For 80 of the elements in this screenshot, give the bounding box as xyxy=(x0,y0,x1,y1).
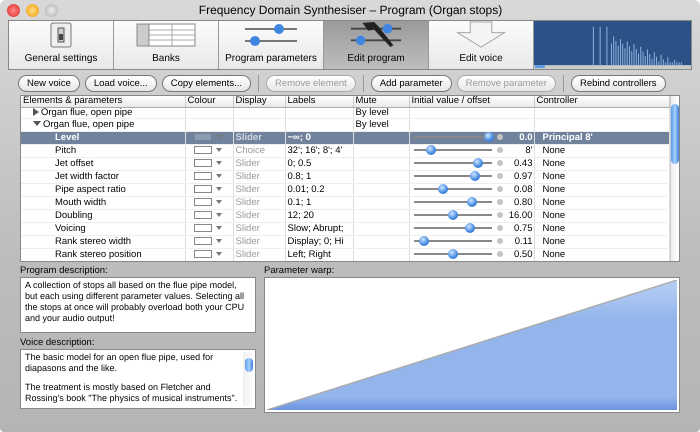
column-header[interactable]: Elements & parameters xyxy=(21,96,185,107)
labels-text: 0.8; 1 xyxy=(288,170,312,182)
tab[interactable]: Edit voice xyxy=(429,21,534,69)
controller-dropdown[interactable]: None xyxy=(542,210,566,220)
push-button[interactable]: Copy elements... xyxy=(162,75,251,92)
controller-dropdown[interactable]: None xyxy=(542,144,566,156)
push-button[interactable]: Add parameter xyxy=(370,75,452,92)
mute-dropdown[interactable]: By level xyxy=(356,118,389,130)
table-row[interactable]: Doubling Slider 12; 20 16.00 None xyxy=(21,209,669,222)
parameter-name: Rank stereo width xyxy=(55,236,132,246)
labels-text: Left; Right xyxy=(288,248,331,260)
parameter-name: Level xyxy=(55,132,80,142)
value-text: 0.11 xyxy=(514,236,532,247)
labels-text: 0.1; 1 xyxy=(288,196,312,208)
table-row[interactable]: Rank stereo position Slider Left; Right 0.50 None xyxy=(21,248,669,261)
column-header[interactable]: Controller xyxy=(534,96,669,107)
parameter-name: Jet width factor xyxy=(55,170,119,182)
parameter-name: Doubling xyxy=(55,210,92,220)
table-row[interactable]: Mouth width Slider 0.1; 1 0.80 None xyxy=(21,196,669,209)
controller-dropdown[interactable]: None xyxy=(542,170,566,182)
labels-text: 0.01; 0.2 xyxy=(288,184,324,194)
labels-text: 0; 0.5 xyxy=(288,158,312,168)
labels-text: Slow; Abrupt; xyxy=(288,222,344,234)
value-text: 8' xyxy=(524,144,532,156)
parameter-name: Mouth width xyxy=(55,196,106,208)
labels-text: −∞; 0 xyxy=(288,132,311,142)
controller-dropdown[interactable]: None xyxy=(542,222,566,234)
push-button[interactable]: Rebind controllers xyxy=(570,75,666,92)
table-row[interactable]: Organ flue, open pipe By level xyxy=(21,118,669,131)
column-header[interactable]: Mute xyxy=(353,96,409,107)
parameter-name: Voicing xyxy=(55,222,86,234)
table-row[interactable]: Level Slider −∞; 0 0.0 Principal 8' xyxy=(21,131,669,144)
value-text: 0.43 xyxy=(513,158,532,169)
table-row[interactable]: Jet offset Slider 0; 0.5 0.43 None xyxy=(21,157,669,170)
table-row[interactable]: Rank stereo width Slider Display; 0; Hi 0.11 None xyxy=(21,235,669,248)
mute-dropdown[interactable]: By level xyxy=(356,107,389,117)
controller-dropdown[interactable]: None xyxy=(542,184,566,194)
table-row[interactable]: Pipe aspect ratio Slider 0.01; 0.2 0.08 None xyxy=(21,183,669,196)
tab[interactable]: Edit program xyxy=(324,21,429,69)
value-text: 0.50 xyxy=(513,248,532,260)
program-description-label: Program description: xyxy=(20,265,109,277)
paragraph: The treatment is mostly based on Fletcher and Rossing's book "The physics of musical instruments". xyxy=(25,382,238,404)
parameter-name: Rank stereo position xyxy=(55,248,142,260)
value-text: 16.00 xyxy=(508,210,532,221)
paragraph: The basic model for an open flue pipe, used for diapasons and the like. xyxy=(25,352,214,374)
tab[interactable]: Banks xyxy=(114,21,219,69)
voice-description-field[interactable]: The basic model for an open flue pipe, used for diapasons and the like. The treatment is mostly based on Fletcher and Rossing's book "The physics of musical instruments". xyxy=(20,349,256,409)
push-button[interactable]: New voice xyxy=(18,75,80,92)
value-text: 0.75 xyxy=(513,222,532,234)
controller-dropdown[interactable]: None xyxy=(542,236,566,246)
column-header[interactable]: Labels xyxy=(285,96,353,107)
voice-description-label: Voice description: xyxy=(20,337,96,349)
table-row[interactable]: Organ flue, open pipe By level xyxy=(21,107,669,118)
controller-dropdown[interactable]: None xyxy=(542,248,566,260)
program-description-field[interactable]: A collection of stops all based on the flue pipe model, but each using different parameter values. Selecting all the stops at once will probably overload both your CPU and your audio output! xyxy=(20,277,256,333)
parameter-name: Pipe aspect ratio xyxy=(55,184,126,194)
table-row[interactable]: Jet width factor Slider 0.8; 1 0.97 None xyxy=(21,170,669,183)
column-header[interactable]: Display xyxy=(233,96,285,107)
labels-text: Display; 0; Hi xyxy=(288,236,344,246)
column-header[interactable]: Colour xyxy=(185,96,233,107)
value-text: 0.08 xyxy=(513,184,532,195)
parameter-name: Pitch xyxy=(55,144,76,156)
value-text: 0.0 xyxy=(518,132,532,143)
column-header[interactable]: Initial value / offset xyxy=(409,96,534,107)
value-text: 0.97 xyxy=(513,170,532,182)
parameter-name: Jet offset xyxy=(55,158,94,168)
table-row[interactable]: Pitch Choice 32'; 16'; 8'; 4' 8' None xyxy=(21,144,669,157)
element-name: Organ flue, open pipe xyxy=(41,107,132,117)
window-title: Frequency Domain Synthesiser – Program (Organ stops) xyxy=(198,2,504,19)
value-text: 0.80 xyxy=(513,196,532,208)
controller-dropdown[interactable]: None xyxy=(542,196,566,208)
parameter-warp-label: Parameter warp: xyxy=(264,265,336,277)
controller-dropdown[interactable]: None xyxy=(542,158,566,168)
element-name: Organ flue, open pipe xyxy=(43,118,134,130)
tab[interactable]: General settings xyxy=(9,21,114,69)
table-row[interactable]: Voicing Slider Slow; Abrupt; 0.75 None xyxy=(21,222,669,235)
labels-text: 32'; 16'; 8'; 4' xyxy=(288,144,342,156)
tab[interactable]: Program parameters xyxy=(219,21,324,69)
push-button[interactable]: Load voice... xyxy=(84,75,157,92)
labels-text: 12; 20 xyxy=(288,210,314,220)
